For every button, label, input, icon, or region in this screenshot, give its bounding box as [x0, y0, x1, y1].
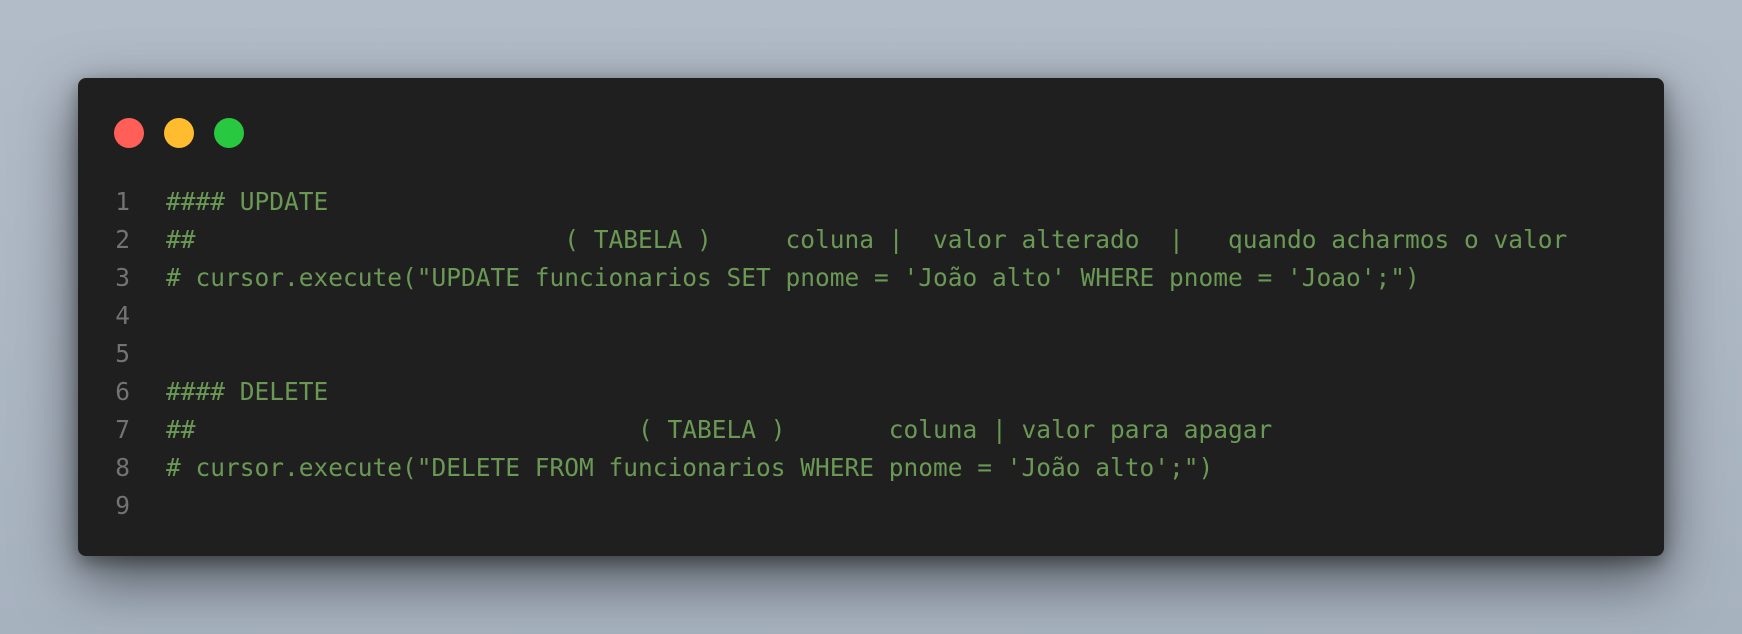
code-window: 1 #### UPDATE 2 ## ( TABELA ) coluna | v…: [78, 78, 1664, 556]
code-line: 6 #### DELETE: [78, 372, 1664, 410]
code-line: 1 #### UPDATE: [78, 182, 1664, 220]
code-line: 7 ## ( TABELA ) coluna | valor para apag…: [78, 410, 1664, 448]
line-number: 2: [115, 224, 130, 254]
maximize-button[interactable]: [214, 118, 244, 148]
line-number: 7: [115, 414, 130, 444]
code-line: 8 # cursor.execute("DELETE FROM funciona…: [78, 448, 1664, 486]
code-line: 9: [78, 486, 1664, 524]
code-line: 4: [78, 296, 1664, 334]
line-number: 8: [115, 452, 130, 482]
close-button[interactable]: [114, 118, 144, 148]
line-number: 5: [115, 338, 130, 368]
code-text: #### DELETE: [166, 376, 329, 406]
window-controls: [114, 118, 244, 148]
code-line: 5: [78, 334, 1664, 372]
line-number: 1: [115, 186, 130, 216]
code-text: # cursor.execute("DELETE FROM funcionari…: [166, 452, 1214, 482]
code-editor: 1 #### UPDATE 2 ## ( TABELA ) coluna | v…: [78, 182, 1664, 524]
code-text: # cursor.execute("UPDATE funcionarios SE…: [166, 262, 1420, 292]
code-text: ## ( TABELA ) coluna | valor alterado | …: [166, 224, 1568, 254]
line-number: 9: [115, 490, 130, 520]
line-number: 6: [115, 376, 130, 406]
code-text: #### UPDATE: [166, 186, 329, 216]
line-number: 3: [115, 262, 130, 292]
minimize-button[interactable]: [164, 118, 194, 148]
code-line: 2 ## ( TABELA ) coluna | valor alterado …: [78, 220, 1664, 258]
code-text: ## ( TABELA ) coluna | valor para apagar: [166, 414, 1273, 444]
code-line: 3 # cursor.execute("UPDATE funcionarios …: [78, 258, 1664, 296]
line-number: 4: [115, 300, 130, 330]
